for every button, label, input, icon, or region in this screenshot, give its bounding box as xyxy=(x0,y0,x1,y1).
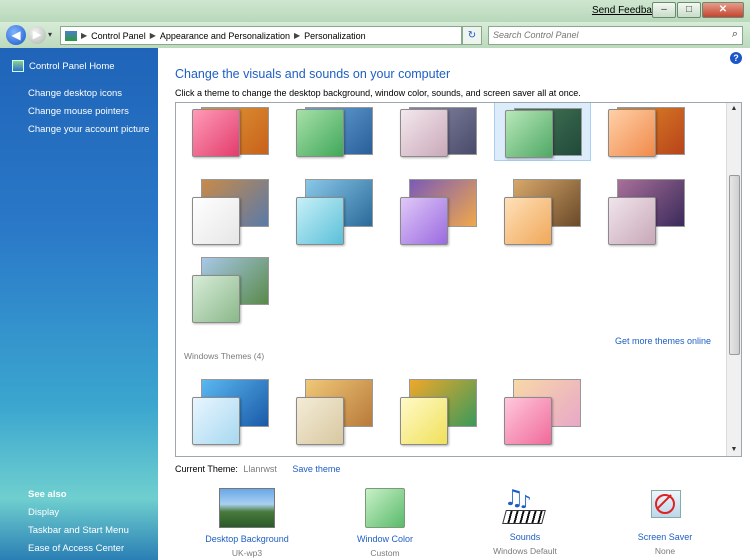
sidebar-link-ease-of-access[interactable]: Ease of Access Center xyxy=(28,543,124,554)
window-color-value: Custom xyxy=(370,548,400,558)
sidebar-link-desktop-icons[interactable]: Change desktop icons xyxy=(28,88,122,99)
control-panel-icon xyxy=(65,30,77,41)
theme-item[interactable] xyxy=(390,103,485,159)
screen-saver-label: Screen Saver xyxy=(637,532,693,542)
chevron-right-icon[interactable]: ▶ xyxy=(81,31,87,40)
search-icon[interactable]: ⌕ xyxy=(732,28,738,41)
theme-item[interactable] xyxy=(494,171,589,245)
get-more-themes-link[interactable]: Get more themes online xyxy=(615,336,711,346)
scrollbar-thumb[interactable] xyxy=(729,175,740,355)
sidebar: Control Panel Home Change desktop icons … xyxy=(0,48,158,560)
back-button[interactable]: ◀ xyxy=(6,25,26,45)
help-icon[interactable]: ? xyxy=(730,52,742,64)
screen-saver-value: None xyxy=(654,546,676,556)
theme-item-selected[interactable] xyxy=(494,103,591,161)
current-theme-value: Llanrwst xyxy=(243,464,277,474)
theme-item[interactable] xyxy=(598,103,693,159)
close-button[interactable]: ✕ xyxy=(702,2,744,18)
current-theme-label: Current Theme: xyxy=(175,464,238,474)
chevron-right-icon[interactable]: ▶ xyxy=(150,31,156,40)
sidebar-link-taskbar[interactable]: Taskbar and Start Menu xyxy=(28,525,129,536)
theme-gallery: Get more themes online Windows Themes (4… xyxy=(175,102,742,457)
minimize-button[interactable]: – xyxy=(652,2,676,18)
page-title: Change the visuals and sounds on your co… xyxy=(175,67,451,81)
window-color-label: Window Color xyxy=(356,534,414,544)
theme-item[interactable] xyxy=(598,171,693,245)
chevron-right-icon[interactable]: ▶ xyxy=(294,31,300,40)
breadcrumb-item[interactable]: Appearance and Personalization xyxy=(160,31,290,41)
windows-themes-header: Windows Themes (4) xyxy=(184,351,265,361)
breadcrumb[interactable]: ▶ Control Panel ▶ Appearance and Persona… xyxy=(60,26,462,45)
refresh-button[interactable]: ↻ xyxy=(462,26,482,45)
windows-theme-item[interactable] xyxy=(286,371,381,445)
theme-item[interactable] xyxy=(390,171,485,245)
search-input[interactable] xyxy=(489,27,717,42)
sounds-label: Sounds xyxy=(509,532,541,542)
desktop-background-value: UK-wp3 xyxy=(231,548,263,558)
theme-item[interactable] xyxy=(182,103,277,159)
control-panel-home-link[interactable]: Control Panel Home xyxy=(12,60,115,72)
window-controls: – □ ✕ xyxy=(651,2,744,18)
desktop-background-setting[interactable]: Desktop Background UK-wp3 xyxy=(182,488,312,558)
sidebar-link-mouse-pointers[interactable]: Change mouse pointers xyxy=(28,106,129,117)
recent-pages-dropdown-icon[interactable]: ▾ xyxy=(48,30,52,39)
forward-button[interactable]: ▶ xyxy=(28,26,46,44)
breadcrumb-item[interactable]: Control Panel xyxy=(91,31,146,41)
theme-item[interactable] xyxy=(286,103,381,159)
scroll-down-icon[interactable]: ▼ xyxy=(727,444,741,456)
breadcrumb-item[interactable]: Personalization xyxy=(304,31,366,41)
title-bar: Send Feedback – □ ✕ xyxy=(0,0,750,22)
theme-item[interactable] xyxy=(182,249,277,323)
control-panel-home-label: Control Panel Home xyxy=(29,60,115,72)
screen-saver-setting[interactable]: Screen Saver None xyxy=(600,488,730,556)
sidebar-link-account-picture[interactable]: Change your account picture xyxy=(28,124,149,135)
control-panel-home-icon xyxy=(12,60,24,72)
theme-item[interactable] xyxy=(182,171,277,245)
current-theme-row: Current Theme: Llanrwst Save theme xyxy=(175,464,340,474)
sounds-setting[interactable]: ♫ ♪ Sounds Windows Default xyxy=(460,486,590,556)
save-theme-link[interactable]: Save theme xyxy=(292,464,340,474)
window-color-setting[interactable]: Window Color Custom xyxy=(320,488,450,558)
sounds-value: Windows Default xyxy=(493,546,557,556)
maximize-button[interactable]: □ xyxy=(677,2,701,18)
windows-theme-item[interactable] xyxy=(182,371,277,445)
page-description: Click a theme to change the desktop back… xyxy=(175,88,581,98)
search-box: ⌕ xyxy=(488,26,743,45)
scroll-up-icon[interactable]: ▲ xyxy=(727,103,741,115)
sidebar-link-display[interactable]: Display xyxy=(28,507,59,518)
window-color-icon xyxy=(365,488,405,528)
see-also-heading: See also xyxy=(28,489,67,500)
gallery-scrollbar[interactable]: ▲ ▼ xyxy=(726,103,741,456)
address-bar: ◀ ▶ ▾ ▶ Control Panel ▶ Appearance and P… xyxy=(0,22,750,48)
sounds-icon: ♫ ♪ xyxy=(498,486,552,526)
windows-theme-item[interactable] xyxy=(390,371,485,445)
main-content: ? Change the visuals and sounds on your … xyxy=(158,48,750,560)
windows-theme-item[interactable] xyxy=(494,371,589,445)
desktop-background-icon xyxy=(219,488,275,528)
desktop-background-label: Desktop Background xyxy=(205,534,289,544)
theme-item[interactable] xyxy=(286,171,381,245)
screen-saver-icon xyxy=(645,488,685,526)
